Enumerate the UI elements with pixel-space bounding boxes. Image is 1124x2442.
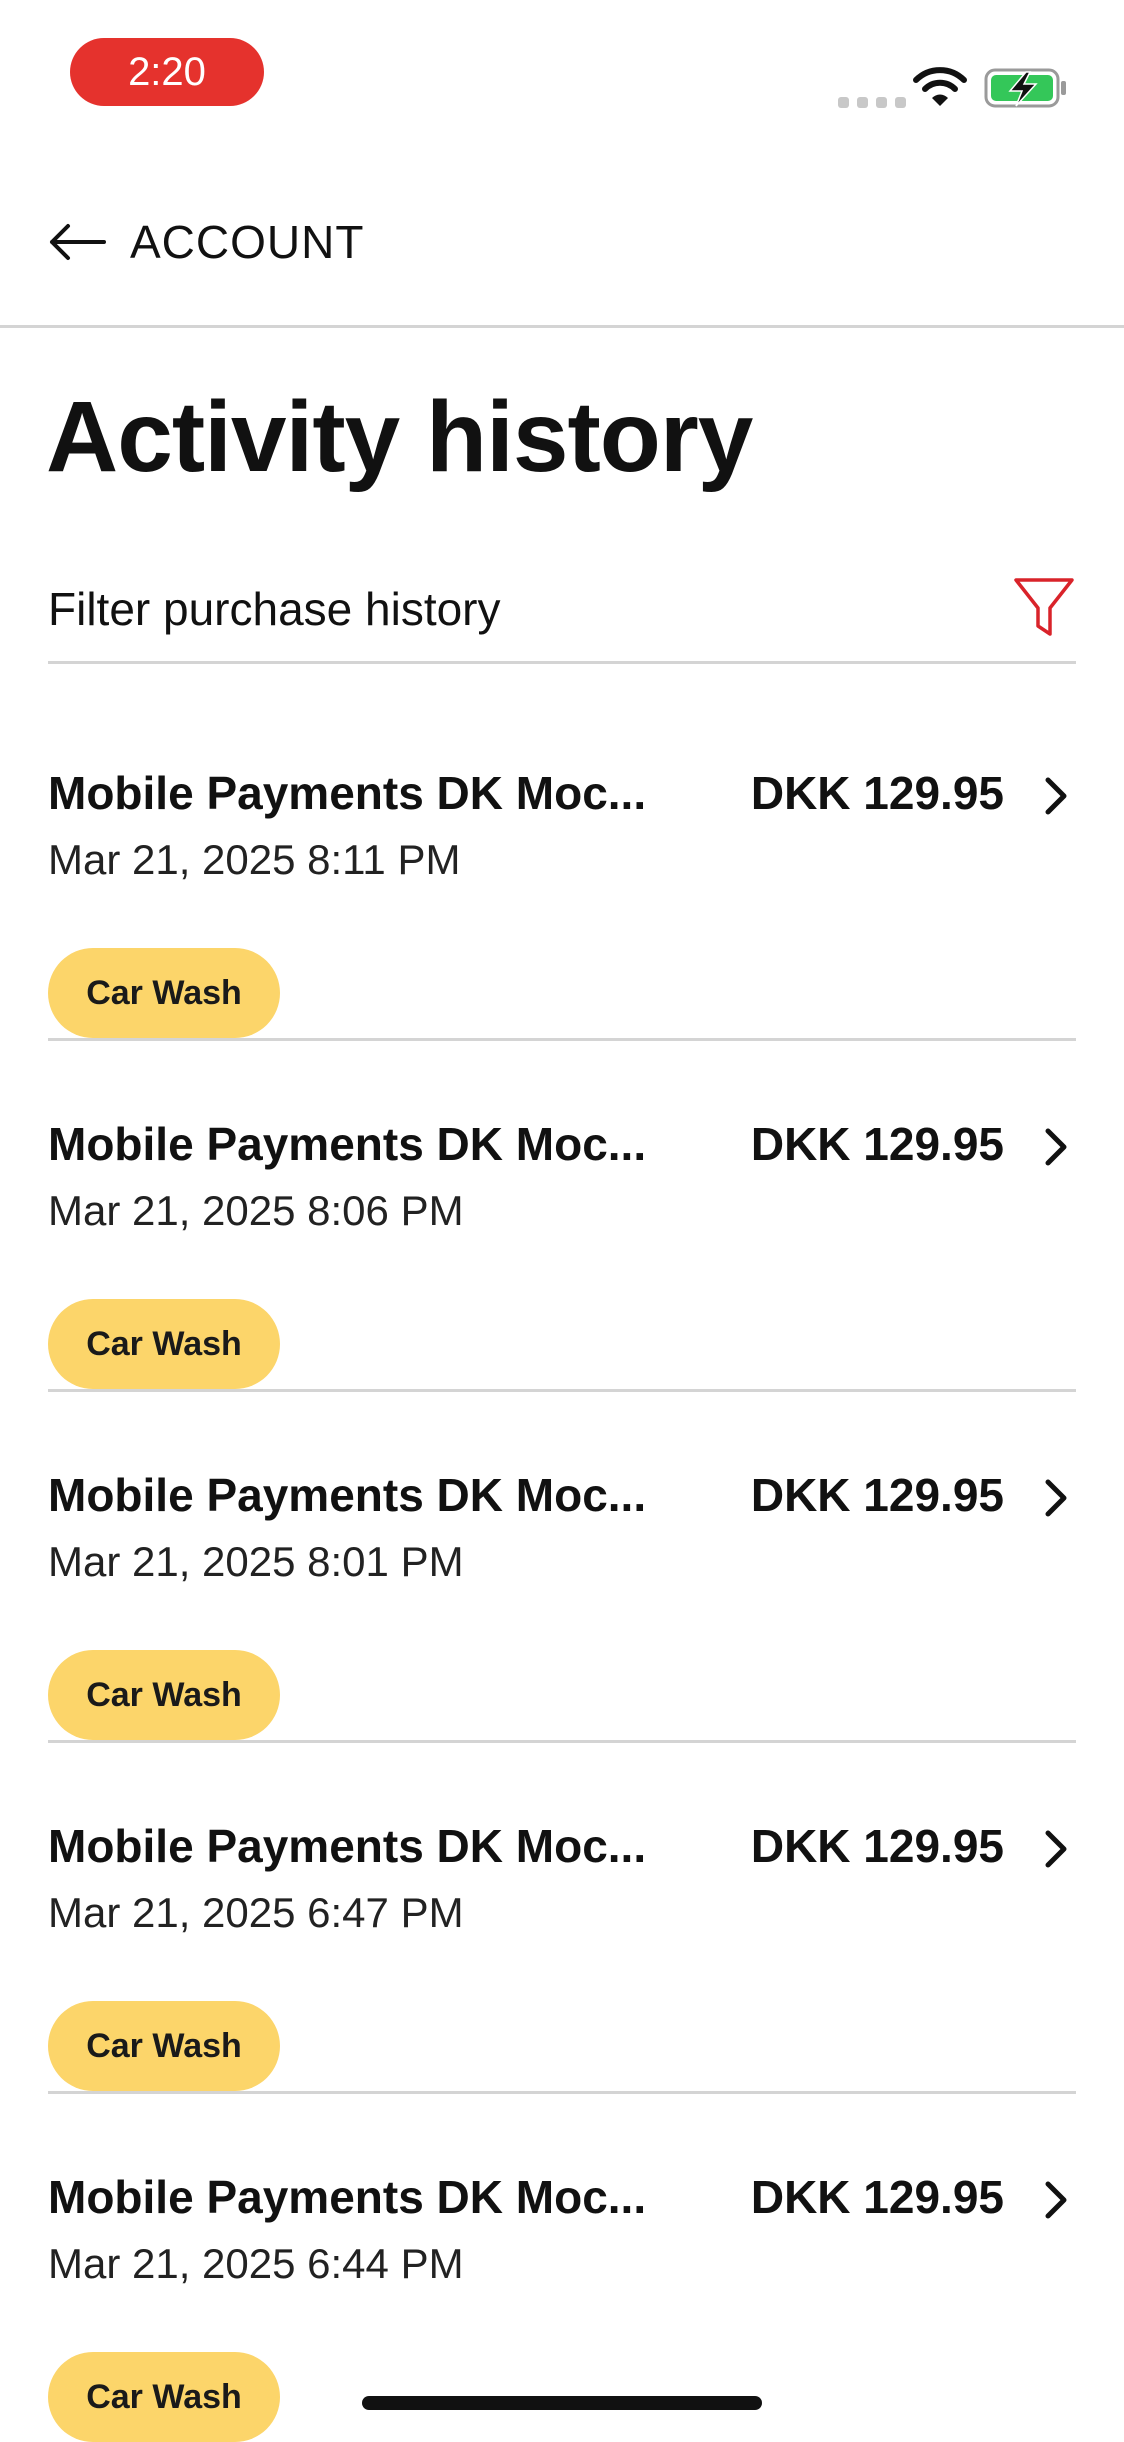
battery-charging-icon [984,68,1066,108]
activity-date: Mar 21, 2025 8:01 PM [48,1538,464,1585]
activity-list: Mobile Payments DK Moc... DKK 129.95 Mar… [48,690,1076,2442]
category-tag: Car Wash [48,1299,280,1389]
activity-date: Mar 21, 2025 8:11 PM [48,836,461,883]
home-indicator[interactable] [362,2396,762,2410]
filter-icon[interactable] [1012,574,1076,640]
activity-amount: DKK 129.95 [750,2171,1004,2223]
nav-header: ACCOUNT [0,150,1124,328]
chevron-right-icon [1045,1479,1067,1517]
activity-item[interactable]: Mobile Payments DK Moc... DKK 129.95 Mar… [48,1038,1076,1389]
activity-merchant: Mobile Payments DK Moc... [48,1820,647,1872]
activity-amount: DKK 129.95 [750,1469,1004,1521]
activity-merchant: Mobile Payments DK Moc... [48,1469,647,1521]
activity-date: Mar 21, 2025 6:47 PM [48,1889,464,1936]
activity-amount: DKK 129.95 [750,1118,1004,1170]
chevron-right-icon [1045,1128,1067,1166]
activity-amount: DKK 129.95 [750,767,1004,819]
status-time: 2:20 [70,38,264,106]
chevron-right-icon [1045,777,1067,815]
activity-amount: DKK 129.95 [750,1820,1004,1872]
category-tag: Car Wash [48,2352,280,2442]
filter-purchase-history[interactable]: Filter purchase history [48,560,1076,664]
category-tag: Car Wash [48,948,280,1038]
activity-date: Mar 21, 2025 8:06 PM [48,1187,464,1234]
back-button[interactable]: ACCOUNT [46,202,364,282]
category-tag: Car Wash [48,2001,280,2091]
wifi-icon [913,67,967,106]
category-tag: Car Wash [48,1650,280,1740]
page-title: Activity history [46,381,753,493]
chevron-right-icon [1045,1830,1067,1868]
activity-merchant: Mobile Payments DK Moc... [48,1118,647,1170]
activity-item[interactable]: Mobile Payments DK Moc... DKK 129.95 Mar… [48,690,1076,1038]
back-button-label: ACCOUNT [130,216,365,268]
activity-item[interactable]: Mobile Payments DK Moc... DKK 129.95 Mar… [48,1389,1076,1740]
chevron-right-icon [1045,2181,1067,2219]
activity-item[interactable]: Mobile Payments DK Moc... DKK 129.95 Mar… [48,1740,1076,2091]
back-arrow-icon [50,224,106,260]
activity-item[interactable]: Mobile Payments DK Moc... DKK 129.95 Mar… [48,2091,1076,2442]
filter-label: Filter purchase history [48,583,501,635]
activity-merchant: Mobile Payments DK Moc... [48,767,647,819]
activity-merchant: Mobile Payments DK Moc... [48,2171,647,2223]
status-bar: 2:20 [0,0,1124,150]
activity-date: Mar 21, 2025 6:44 PM [48,2240,464,2287]
signal-icon [838,97,906,108]
